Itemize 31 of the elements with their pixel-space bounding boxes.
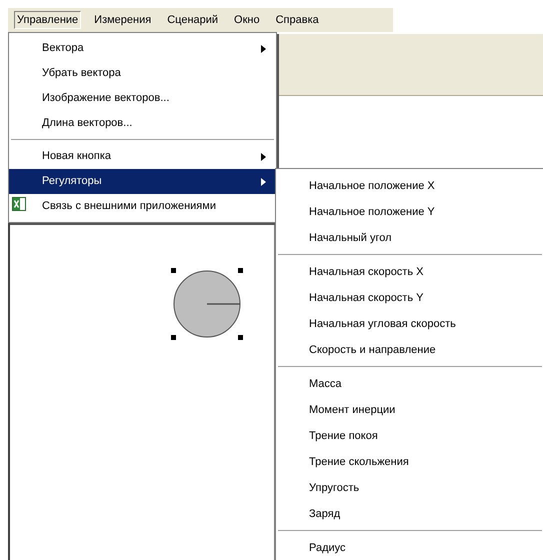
menu-bar-item[interactable]: Измерения: [91, 10, 154, 30]
submenu-item[interactable]: Начальная скорость X: [276, 259, 543, 285]
menu-bar-item[interactable]: Справка: [272, 10, 322, 30]
menu-item[interactable]: Вектора: [9, 36, 276, 61]
submenu-item[interactable]: Начальное положение X: [276, 173, 543, 199]
submenu-item[interactable]: Трение скольжения: [276, 449, 543, 475]
submenu-item[interactable]: Трение покоя: [276, 423, 543, 449]
submenu-arrow-icon: [261, 44, 266, 52]
submenu-item[interactable]: Момент инерции: [276, 397, 543, 423]
menu-item[interactable]: Новая кнопка: [9, 144, 276, 169]
selected-circle-drawing: [171, 268, 243, 340]
menu-item[interactable]: Регуляторы: [9, 169, 276, 194]
submenu-item[interactable]: Начальная угловая скорость: [276, 311, 543, 337]
menu-bar-item[interactable]: Окно: [231, 10, 263, 30]
submenu-item[interactable]: Упругость: [276, 475, 543, 501]
menu-item[interactable]: Длина векторов...: [9, 111, 276, 136]
submenu-item[interactable]: Начальное положение Y: [276, 199, 543, 225]
menu-bar-item[interactable]: Сценарий: [164, 10, 222, 30]
submenu-item[interactable]: Заряд: [276, 501, 543, 527]
menu-item[interactable]: Изображение векторов...: [9, 86, 276, 111]
menu-item[interactable]: Убрать вектора: [9, 61, 276, 86]
submenu-item[interactable]: Радиус: [276, 535, 543, 560]
submenu-item[interactable]: Скорость и направление: [276, 337, 543, 363]
menu-bar-item[interactable]: Управление: [14, 10, 82, 30]
submenu-arrow-icon: [261, 178, 266, 186]
submenu-item[interactable]: Начальный угол: [276, 225, 543, 251]
submenu-item[interactable]: Масса: [276, 371, 543, 397]
menu-item[interactable]: Связь с внешними приложениями: [9, 194, 276, 219]
spreadsheet-icon: [12, 197, 26, 211]
submenu-item[interactable]: Начальная скорость Y: [276, 285, 543, 311]
submenu-arrow-icon: [261, 152, 266, 160]
